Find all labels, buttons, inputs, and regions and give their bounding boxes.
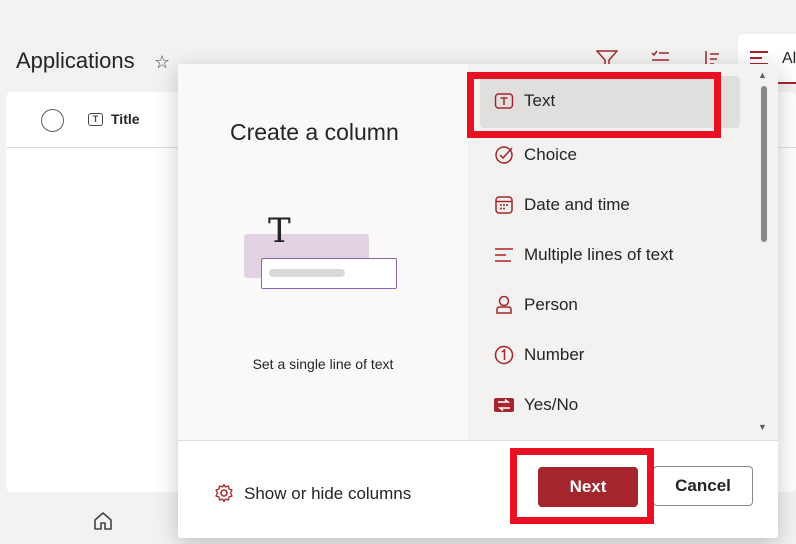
column-type-label: Yes/No (524, 395, 579, 414)
column-type-date-time[interactable]: Date and time (468, 180, 740, 230)
view-label: Al (782, 50, 796, 67)
column-type-label: Person (524, 295, 578, 314)
number-icon (494, 345, 514, 365)
select-all-checkbox[interactable] (41, 109, 64, 132)
column-type-label: Multiple lines of text (524, 245, 674, 264)
column-type-label: Number (524, 345, 585, 364)
title-column-header[interactable]: Title (111, 111, 140, 127)
show-hide-columns-link[interactable]: Show or hide columns (244, 484, 411, 504)
text-column-illustration: T (244, 214, 399, 294)
gear-icon[interactable] (214, 483, 234, 503)
yes-no-toggle-icon (494, 398, 514, 412)
dialog-title: Create a column (230, 119, 399, 145)
column-type-number[interactable]: Number (468, 330, 740, 380)
page-title: Applications (16, 48, 135, 73)
scrollbar-thumb[interactable] (761, 86, 767, 242)
column-type-label: Date and time (524, 195, 630, 214)
scroll-down-arrow-icon[interactable]: ▼ (758, 422, 767, 432)
highlight-box-next-button (510, 448, 654, 524)
calendar-icon (495, 196, 513, 214)
column-type-description: Set a single line of text (252, 356, 394, 372)
column-type-yes-no[interactable]: Yes/No (468, 380, 740, 430)
home-icon[interactable] (92, 510, 114, 532)
multiline-text-icon (495, 248, 513, 262)
column-preview-pane: Create a column T Set a single line of t… (178, 64, 468, 440)
highlight-box-text-option (467, 72, 721, 138)
person-icon (496, 295, 512, 314)
cancel-button[interactable]: Cancel (653, 466, 753, 506)
favorite-star-icon[interactable]: ☆ (154, 52, 170, 73)
illustration-text-field (261, 258, 397, 289)
scroll-up-arrow-icon[interactable]: ▲ (758, 70, 767, 80)
choice-check-icon (495, 146, 513, 164)
column-type-person[interactable]: Person (468, 280, 740, 330)
text-column-icon: T (88, 113, 103, 126)
column-type-label: Choice (524, 145, 577, 164)
text-glyph-icon: T (268, 211, 291, 251)
column-type-multiline[interactable]: Multiple lines of text (468, 230, 740, 280)
dialog-footer: Show or hide columns Next Cancel (178, 440, 778, 538)
